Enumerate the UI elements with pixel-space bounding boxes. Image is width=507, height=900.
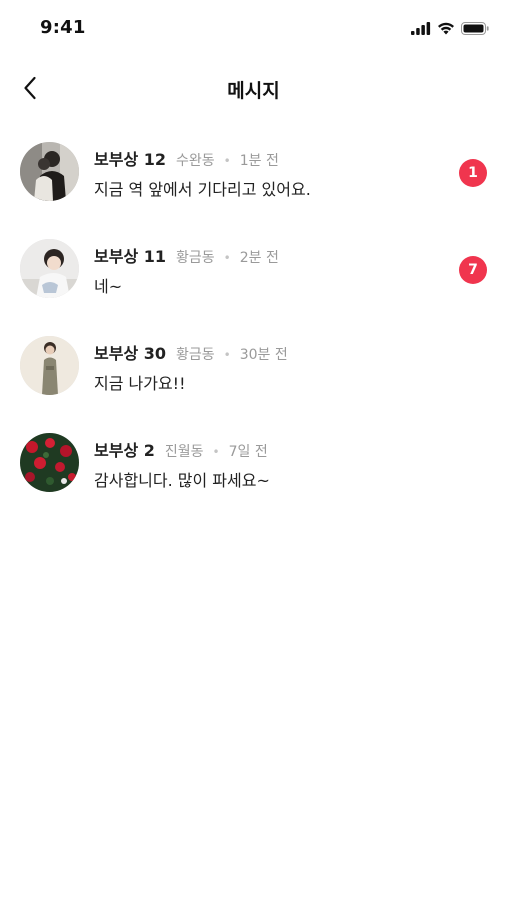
sender-location: 황금동: [176, 347, 215, 363]
avatar: [20, 239, 79, 298]
battery-icon: [461, 20, 489, 39]
message-item[interactable]: 보부상 30 황금동 • 30분 전 지금 나가요!!: [0, 324, 507, 421]
message-meta: 보부상 12 수완동 • 1분 전: [94, 146, 279, 170]
sender-location: 황금동: [176, 250, 215, 266]
status-icons: [411, 20, 489, 39]
message-meta: 보부상 2 진월동 • 7일 전: [94, 437, 268, 461]
message-list: 보부상 12 수완동 • 1분 전 지금 역 앞에서 기다리고 있어요. 1 보…: [0, 130, 507, 518]
signal-icon: [411, 20, 431, 39]
separator-dot: •: [223, 348, 231, 362]
status-bar: 9:41: [0, 0, 507, 56]
message-item[interactable]: 보부상 11 황금동 • 2분 전 네~ 7: [0, 227, 507, 324]
message-preview: 지금 나가요!!: [94, 374, 186, 393]
message-preview: 감사합니다. 많이 파세요~: [94, 471, 270, 490]
sender-name: 보부상 30: [94, 344, 166, 363]
message-time: 2분 전: [239, 250, 279, 266]
unread-badge: 1: [459, 159, 487, 187]
avatar: [20, 433, 79, 492]
status-time: 9:41: [40, 17, 86, 38]
message-item[interactable]: 보부상 2 진월동 • 7일 전 감사합니다. 많이 파세요~: [0, 421, 507, 518]
sender-name: 보부상 12: [94, 150, 166, 169]
message-preview: 네~: [94, 277, 123, 296]
message-time: 1분 전: [239, 153, 279, 169]
avatar: [20, 336, 79, 395]
header: 메시지: [0, 60, 507, 120]
sender-name: 보부상 11: [94, 247, 166, 266]
separator-dot: •: [223, 251, 231, 265]
sender-location: 진월동: [164, 444, 204, 460]
message-time: 30분 전: [239, 347, 288, 363]
message-meta: 보부상 11 황금동 • 2분 전: [94, 243, 279, 267]
message-item[interactable]: 보부상 12 수완동 • 1분 전 지금 역 앞에서 기다리고 있어요. 1: [0, 130, 507, 227]
wifi-icon: [437, 20, 455, 39]
separator-dot: •: [223, 154, 231, 168]
message-preview: 지금 역 앞에서 기다리고 있어요.: [94, 180, 311, 199]
message-time: 7일 전: [228, 444, 268, 460]
unread-badge: 7: [459, 256, 487, 284]
sender-location: 수완동: [176, 153, 215, 169]
separator-dot: •: [212, 445, 220, 459]
sender-name: 보부상 2: [94, 441, 155, 460]
page-title: 메시지: [227, 80, 280, 102]
avatar: [20, 142, 79, 201]
message-meta: 보부상 30 황금동 • 30분 전: [94, 340, 288, 364]
